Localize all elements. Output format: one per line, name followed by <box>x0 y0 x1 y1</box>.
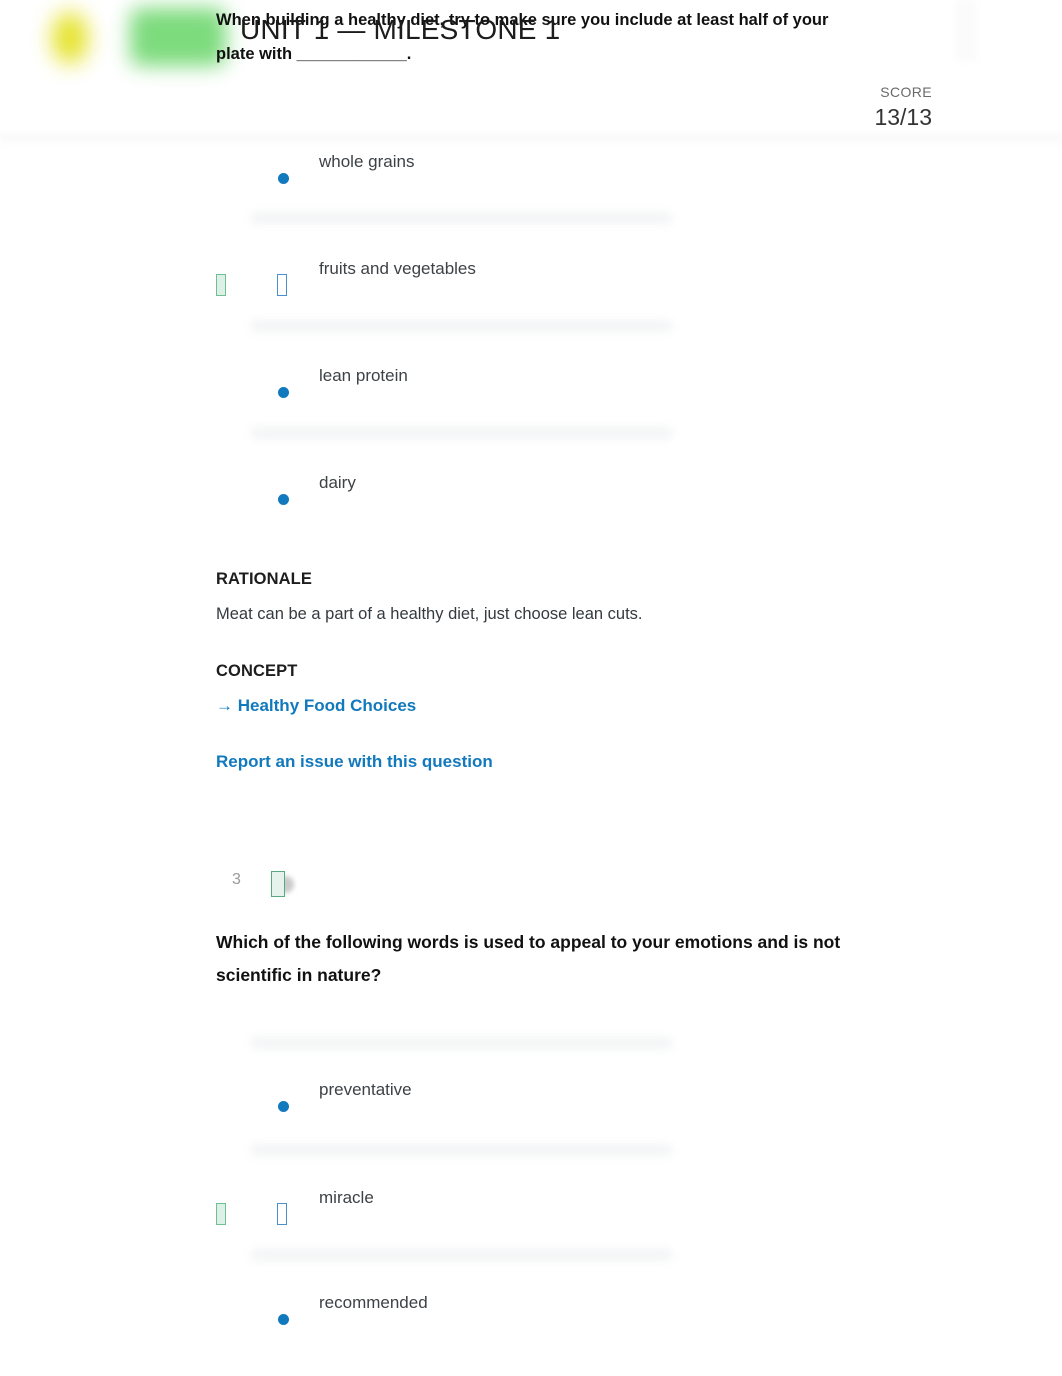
correct-answer-check-icon <box>216 1203 226 1225</box>
option-label: dairy <box>319 473 356 492</box>
concept-link[interactable]: → Healthy Food Choices <box>216 696 416 716</box>
option-label: preventative <box>319 1080 412 1099</box>
radio-bullet-icon[interactable] <box>278 1314 289 1325</box>
rationale-text: Meat can be a part of a healthy diet, ju… <box>216 605 643 623</box>
arrow-right-icon: → <box>216 696 233 715</box>
concept-link-label: Healthy Food Choices <box>237 696 417 715</box>
logo-green-mark-icon <box>130 8 226 66</box>
question-3-prompt: Which of the following words is used to … <box>216 932 841 985</box>
selected-radio-icon[interactable] <box>277 1203 287 1225</box>
question-correct-icon <box>271 871 285 897</box>
list-item[interactable]: miracle <box>216 1179 816 1225</box>
option-label: miracle <box>319 1188 374 1207</box>
radio-bullet-icon[interactable] <box>278 173 289 184</box>
option-divider <box>250 319 673 333</box>
score-badge: SCORE 13/13 <box>874 84 932 132</box>
option-divider <box>250 1036 673 1050</box>
question-number: 3 <box>232 871 241 888</box>
option-divider <box>250 211 673 225</box>
option-divider <box>250 1143 673 1157</box>
radio-bullet-icon[interactable] <box>278 494 289 505</box>
report-issue-link[interactable]: Report an issue with this question <box>216 752 493 772</box>
concept-heading: CONCEPT <box>216 662 298 680</box>
radio-bullet-icon[interactable] <box>278 387 289 398</box>
list-item[interactable]: fruits and vegetables <box>216 250 816 296</box>
option-divider <box>250 426 673 440</box>
page-title: UNIT 1 — MILESTONE 1 <box>240 14 561 45</box>
list-item[interactable]: whole grains <box>216 143 816 189</box>
rationale-heading: RATIONALE <box>216 570 312 588</box>
list-item[interactable]: preventative <box>216 1071 816 1117</box>
radio-bullet-icon[interactable] <box>278 1101 289 1112</box>
selected-radio-icon[interactable] <box>277 274 287 296</box>
option-label: recommended <box>319 1293 428 1312</box>
logo-yellow-mark-icon <box>52 12 88 64</box>
option-label: whole grains <box>319 152 415 171</box>
list-item[interactable]: dairy <box>216 464 816 510</box>
correct-answer-check-icon <box>216 274 226 296</box>
page-header: When building a healthy diet, try to mak… <box>0 0 1062 133</box>
list-item[interactable]: lean protein <box>216 357 816 403</box>
list-item[interactable]: recommended <box>216 1284 816 1330</box>
option-label: lean protein <box>319 366 408 385</box>
site-logo[interactable] <box>0 0 240 80</box>
score-label: SCORE <box>880 84 932 100</box>
option-divider <box>250 1248 673 1262</box>
option-label: fruits and vegetables <box>319 259 476 278</box>
score-value: 13/13 <box>874 104 932 130</box>
header-menu-icon[interactable] <box>955 0 977 62</box>
